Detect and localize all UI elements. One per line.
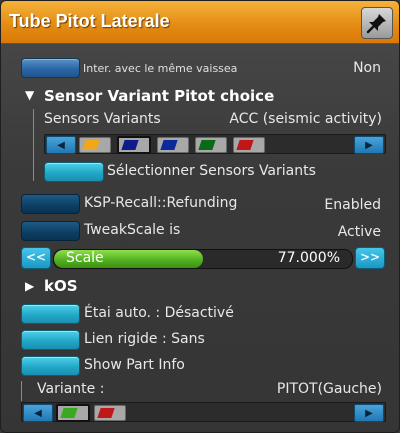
variant-swatch-green[interactable] — [195, 137, 227, 153]
sensor-variants-value: ACC (seismic activity) — [229, 111, 382, 127]
collapse-triangle-icon[interactable]: ▼ — [25, 88, 34, 102]
variant-selector[interactable]: ◀ ▶ — [21, 402, 386, 422]
part-variant-swatch-green[interactable] — [56, 404, 90, 422]
rigid-link-label: Lien rigide : Sans — [84, 331, 205, 347]
scale-label: Scale — [66, 250, 104, 266]
scale-increase-button[interactable]: >> — [355, 247, 385, 269]
select-variants-button[interactable] — [44, 162, 104, 182]
part-action-window: Tube Pitot Laterale Inter. avec le même … — [0, 0, 400, 433]
tweakscale-toggle[interactable] — [21, 221, 80, 241]
next-variant-button[interactable]: ▶ — [354, 136, 384, 154]
tweakscale-value: Active — [337, 224, 381, 240]
sensor-variant-selector[interactable]: ◀ ▶ — [44, 134, 386, 154]
variant-swatch-orange[interactable] — [79, 137, 111, 153]
tweakscale-label: TweakScale is — [84, 222, 181, 238]
refunding-toggle[interactable] — [21, 194, 80, 214]
scale-decrease-button[interactable]: << — [21, 247, 51, 269]
inter-vessel-toggle[interactable] — [21, 58, 80, 78]
inter-vessel-value: Non — [353, 60, 381, 76]
scale-slider[interactable]: Scale 77.000% — [53, 249, 353, 269]
sensor-variants-label: Sensors Variants — [44, 111, 161, 127]
refunding-label: KSP-Recall::Refunding — [84, 195, 238, 211]
select-variants-label: Sélectionner Sensors Variants — [107, 163, 316, 179]
variant-value: PITOT(Gauche) — [276, 381, 382, 397]
variant-swatch-red[interactable] — [233, 137, 265, 153]
auto-strut-label: Étai auto. : Désactivé — [84, 305, 234, 321]
window-title: Tube Pitot Laterale — [9, 11, 170, 31]
part-variant-swatch-red[interactable] — [94, 405, 126, 421]
pin-button[interactable] — [361, 7, 393, 39]
variant-bracket — [21, 381, 22, 401]
variant-label: Variante : — [37, 381, 105, 397]
show-part-info-button[interactable] — [21, 356, 80, 376]
kos-section-header[interactable]: kOS — [44, 277, 78, 295]
next-part-variant-button[interactable]: ▶ — [354, 404, 384, 422]
variant-swatch-blue[interactable] — [157, 137, 189, 153]
show-part-info-label: Show Part Info — [84, 357, 185, 373]
sensor-section-header[interactable]: Sensor Variant Pitot choice — [44, 87, 274, 105]
prev-variant-button[interactable]: ◀ — [46, 136, 76, 154]
prev-part-variant-button[interactable]: ◀ — [23, 404, 53, 422]
rigid-link-button[interactable] — [21, 330, 80, 350]
pin-icon — [366, 14, 386, 34]
scale-value: 77.000% — [277, 250, 340, 266]
refunding-value: Enabled — [324, 197, 381, 213]
title-bar[interactable]: Tube Pitot Laterale — [1, 1, 399, 44]
expand-triangle-icon[interactable]: ▶ — [25, 279, 34, 293]
variant-swatch-selected[interactable] — [117, 136, 151, 154]
auto-strut-button[interactable] — [21, 304, 80, 324]
section-bracket — [33, 109, 34, 181]
inter-vessel-label: Inter. avec le même vaissea — [83, 62, 238, 75]
